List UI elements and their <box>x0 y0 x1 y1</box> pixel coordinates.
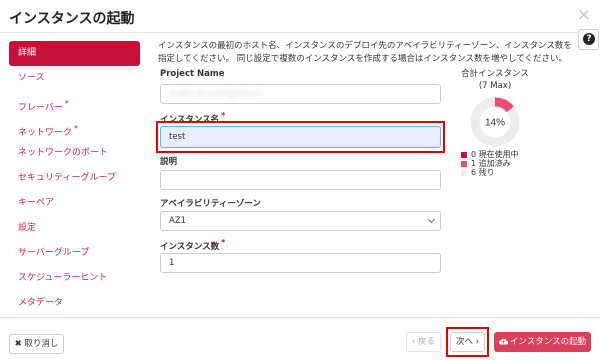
sidebar-item-label: キーペア <box>18 198 55 208</box>
sidebar-item-server-groups[interactable]: サーバーグループ <box>9 241 140 266</box>
quota-percent: 14% <box>485 118 505 129</box>
quota-donut: 14% <box>470 97 520 147</box>
cloud-upload-icon <box>498 338 509 345</box>
project-name-value: public-tn-tomigaihor1 <box>169 89 262 99</box>
required-mark: * <box>221 111 226 120</box>
sidebar-item-configuration[interactable]: 設定 <box>9 216 140 241</box>
legend-count: 0 <box>471 150 477 159</box>
availability-zone-label: アベイラビリティーゾーン <box>160 199 261 209</box>
next-button-highlight <box>446 327 489 357</box>
project-name-field: public-tn-tomigaihor1 <box>160 84 441 104</box>
instance-count-label-text: インスタンス数 <box>160 241 220 252</box>
instance-name-highlight <box>156 121 445 153</box>
sidebar-item-scheduler-hints[interactable]: スケジューラーヒント <box>9 266 140 291</box>
wizard-sidebar: 詳細 ソース フレーバー * ネットワーク * ネットワークのポート セキュリティー… <box>9 41 140 316</box>
availability-zone-value: AZ1 <box>169 216 187 226</box>
sidebar-item-source[interactable]: ソース <box>9 66 140 91</box>
sidebar-item-label: セキュリティーグループ <box>18 173 116 183</box>
dialog-footer: ✖ 取り消し ‹ 戻る 次へ › インスタンスの起動 <box>0 317 600 360</box>
required-mark: * <box>74 124 79 133</box>
question-icon: ? <box>583 33 595 45</box>
sidebar-item-label: サーバーグループ <box>18 248 90 258</box>
description-input[interactable] <box>160 170 441 190</box>
legend-swatch <box>461 170 467 176</box>
sidebar-item-label: メタデータ <box>18 298 64 308</box>
sidebar-item-label: 設定 <box>18 223 37 233</box>
launch-instance-button[interactable]: インスタンスの起動 <box>494 332 591 352</box>
sidebar-item-security-groups[interactable]: セキュリティーグループ <box>9 166 140 191</box>
close-icon[interactable]: × <box>577 5 591 25</box>
legend-swatch <box>461 152 467 158</box>
description-label: 説明 <box>160 157 178 167</box>
required-mark: * <box>64 99 69 108</box>
sidebar-item-label: ネットワーク <box>18 128 73 138</box>
sidebar-item-flavor[interactable]: フレーバー * <box>9 91 140 116</box>
sidebar-item-label: ネットワークのポート <box>18 148 109 158</box>
form-description: インスタンスの最初のホスト名、インスタンスのデプロイ先のアベイラビリティーゾーン… <box>158 41 572 64</box>
quota-max: (7 Max) <box>478 81 512 91</box>
quota-legend: 0 現在使用中 1 追加済み 6 残り <box>461 150 519 177</box>
sidebar-item-label: フレーバー <box>18 103 63 113</box>
help-button[interactable]: ? <box>578 29 599 50</box>
sidebar-item-label: スケジューラーヒント <box>18 273 108 283</box>
project-name-label: Project Name <box>160 69 225 79</box>
legend-item-in-use: 0 現在使用中 <box>461 150 519 159</box>
back-button[interactable]: ‹ 戻る <box>406 332 441 352</box>
legend-count: 1 <box>471 159 477 168</box>
sidebar-item-network-ports[interactable]: ネットワークのポート <box>9 141 140 166</box>
instance-quota-chart: 合計インスタンス (7 Max) 14% <box>455 68 535 147</box>
required-mark: * <box>221 238 226 247</box>
legend-item-remaining: 6 残り <box>461 168 519 177</box>
sidebar-item-details[interactable]: 詳細 <box>9 41 140 66</box>
sidebar-item-key-pair[interactable]: キーペア <box>9 191 140 216</box>
instance-count-value: 1 <box>169 258 175 268</box>
legend-label: 現在使用中 <box>478 150 519 159</box>
sidebar-item-metadata[interactable]: メタデータ <box>9 291 140 316</box>
legend-count: 6 <box>471 168 477 177</box>
legend-label: 残り <box>478 168 495 177</box>
sidebar-item-label: 詳細 <box>18 48 37 58</box>
legend-swatch <box>461 161 467 167</box>
cancel-button[interactable]: ✖ 取り消し <box>9 334 64 354</box>
sidebar-item-network[interactable]: ネットワーク * <box>9 116 140 141</box>
instance-count-label: インスタンス数 * <box>160 238 225 252</box>
availability-zone-select[interactable]: AZ1 <box>160 211 441 231</box>
sidebar-item-label: ソース <box>18 73 45 83</box>
quota-title: 合計インスタンス <box>461 69 529 79</box>
dialog-title: インスタンスの起動 <box>9 11 135 27</box>
legend-item-added: 1 追加済み <box>461 159 519 168</box>
dialog-header: インスタンスの起動 × <box>0 0 600 33</box>
launch-instance-label: インスタンスの起動 <box>509 337 587 347</box>
legend-label: 追加済み <box>478 159 511 168</box>
instance-count-input[interactable]: 1 <box>160 253 441 273</box>
chevron-down-icon <box>427 215 436 224</box>
